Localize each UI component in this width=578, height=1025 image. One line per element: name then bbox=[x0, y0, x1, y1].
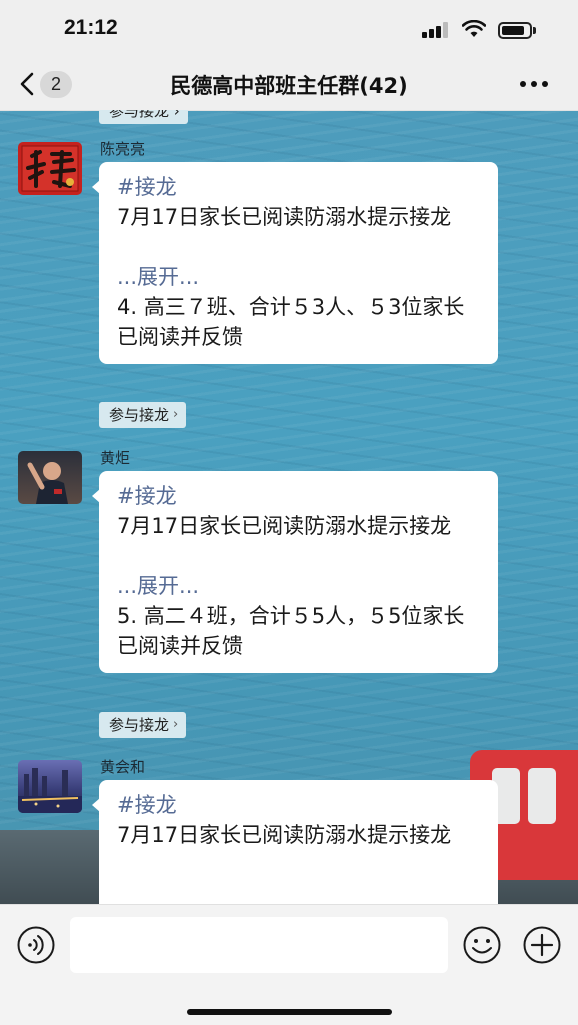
avatar[interactable] bbox=[18, 142, 82, 195]
chain-message-card[interactable]: #接龙 7月17日家长已阅读防溺水提示接龙 ...展开... 4. 高三７班、合… bbox=[92, 162, 498, 364]
back-button[interactable]: 2 bbox=[18, 66, 72, 102]
message-input[interactable] bbox=[70, 917, 448, 973]
chain-tag[interactable]: #接龙 bbox=[117, 172, 480, 202]
chain-entry: 4. 高三７班、合计５3人、５3位家长已阅读并反馈 bbox=[117, 295, 465, 349]
chain-entry: 5. 高二４班，合计５5人，５5位家长已阅读并反馈 bbox=[117, 604, 465, 658]
expand-link[interactable]: ...展开... bbox=[117, 262, 480, 292]
join-chain-chip[interactable]: 参与接龙 › bbox=[99, 110, 188, 124]
chain-tag[interactable]: #接龙 bbox=[117, 481, 480, 511]
join-chain-chip[interactable]: 参与接龙 › bbox=[99, 402, 187, 428]
more-dots-icon bbox=[520, 81, 526, 87]
chain-title: 7月17日家长已阅读防溺水提示接龙 bbox=[117, 205, 452, 229]
status-bar: 21:12 bbox=[0, 0, 578, 58]
chain-message-card[interactable]: #接龙 7月17日家长已阅读防溺水提示接龙 bbox=[92, 780, 498, 904]
signal-icon bbox=[422, 22, 452, 38]
chat-header: 2 民德高中部班主任群(42) bbox=[0, 58, 578, 111]
join-chain-chip[interactable]: 参与接龙 › bbox=[99, 712, 187, 738]
home-indicator[interactable] bbox=[187, 1009, 392, 1015]
sender-name: 黄会和 bbox=[100, 758, 146, 776]
chevron-right-icon: › bbox=[173, 407, 179, 422]
avatar[interactable] bbox=[18, 760, 82, 813]
unread-count-badge: 2 bbox=[40, 70, 72, 98]
chain-title: 7月17日家长已阅读防溺水提示接龙 bbox=[117, 823, 452, 847]
join-chain-label: 参与接龙 bbox=[109, 406, 170, 424]
chat-title: 民德高中部班主任群(42) bbox=[170, 74, 408, 98]
battery-icon bbox=[498, 22, 532, 39]
chevron-left-icon bbox=[20, 72, 34, 96]
plus-icon[interactable] bbox=[522, 925, 562, 965]
emoji-icon[interactable] bbox=[462, 925, 502, 965]
avatar[interactable] bbox=[18, 451, 82, 504]
sender-name: 陈亮亮 bbox=[100, 140, 146, 158]
status-time: 21:12 bbox=[64, 16, 118, 39]
chain-tag[interactable]: #接龙 bbox=[117, 790, 480, 820]
expand-link[interactable]: ...展开... bbox=[117, 571, 480, 601]
more-button[interactable] bbox=[514, 72, 554, 96]
chain-message-card[interactable]: #接龙 7月17日家长已阅读防溺水提示接龙 ...展开... 5. 高二４班，合… bbox=[92, 471, 498, 673]
message-list[interactable]: 参与接龙 › 陈亮亮 #接龙 7月17日家长已阅读防溺水提示接龙 ...展开..… bbox=[0, 110, 578, 904]
join-chain-label: 参与接龙 bbox=[109, 716, 170, 734]
input-bar bbox=[0, 904, 578, 1025]
voice-icon[interactable] bbox=[16, 925, 56, 965]
chevron-right-icon: › bbox=[173, 717, 179, 732]
chain-title: 7月17日家长已阅读防溺水提示接龙 bbox=[117, 514, 452, 538]
sender-name: 黄炬 bbox=[100, 449, 131, 467]
wifi-icon bbox=[462, 20, 486, 37]
